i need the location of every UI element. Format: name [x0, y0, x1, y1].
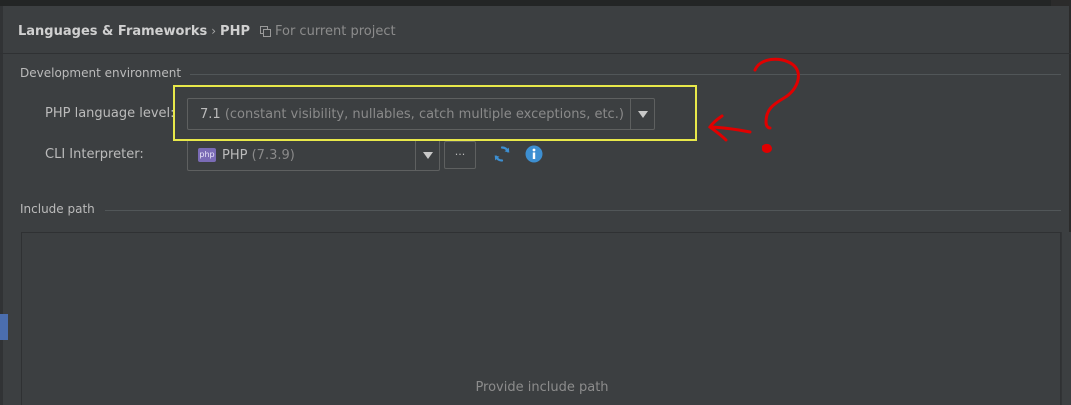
php-icon: php: [198, 148, 216, 162]
section-title-development-environment: Development environment: [20, 66, 182, 80]
include-path-empty-text[interactable]: Provide include path: [22, 380, 1062, 395]
annotation-question-arrow: [707, 57, 800, 153]
section-divider-development-environment: [190, 74, 1061, 75]
breadcrumb: Languages & Frameworks › PHP For current…: [18, 21, 396, 41]
cli-interpreter-select[interactable]: php PHP (7.3.9): [187, 139, 440, 171]
title-bar-strip: [0, 0, 1071, 6]
section-divider-include-path: [105, 210, 1061, 211]
section-title-include-path: Include path: [20, 202, 95, 216]
cli-interpreter-dropdown-button[interactable]: [415, 140, 439, 170]
breadcrumb-root[interactable]: Languages & Frameworks: [18, 24, 207, 39]
breadcrumb-current: PHP: [220, 23, 250, 39]
copy-icon: [259, 26, 271, 37]
cli-interpreter-value: PHP: [222, 147, 248, 163]
title-bar-corner: [1051, 0, 1071, 6]
php-language-level-label: PHP language level:: [45, 106, 175, 121]
left-tree-edge: [0, 6, 3, 405]
include-path-toolbar: [1061, 232, 1071, 405]
breadcrumb-scope: For current project: [274, 23, 396, 39]
header-divider: [0, 53, 1071, 54]
cli-interpreter-version: (7.3.9): [251, 147, 295, 163]
annotation-highlight-box: [173, 85, 697, 141]
selected-tree-item-marker: [0, 314, 8, 340]
php-settings-page: Languages & Frameworks › PHP For current…: [0, 0, 1071, 405]
include-path-list[interactable]: Provide include path: [21, 232, 1061, 405]
cli-interpreter-more-button[interactable]: ···: [444, 141, 476, 169]
chevron-down-icon: [422, 151, 433, 159]
reload-icon[interactable]: [493, 145, 511, 163]
info-icon[interactable]: [525, 145, 543, 163]
breadcrumb-separator: ›: [211, 24, 217, 38]
cli-interpreter-value-wrap: php PHP (7.3.9): [188, 148, 415, 163]
cli-interpreter-label: CLI Interpreter:: [45, 147, 144, 162]
